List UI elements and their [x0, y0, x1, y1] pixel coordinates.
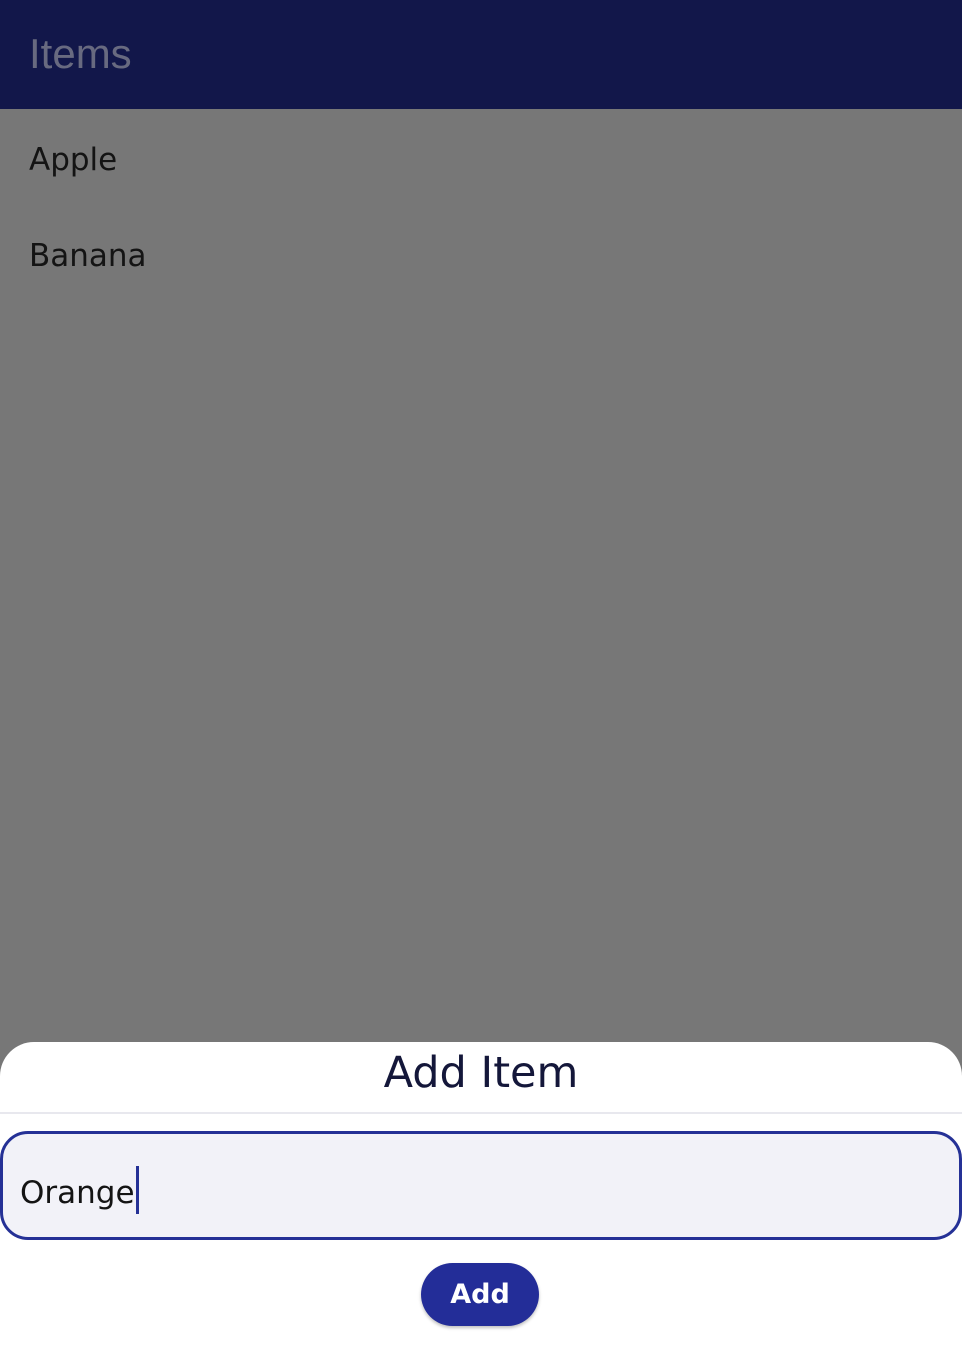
- sheet-divider: [0, 1112, 962, 1114]
- input-value-wrapper[interactable]: Orange: [20, 1166, 139, 1214]
- app-bar: [0, 0, 962, 109]
- item-name-input[interactable]: [0, 1131, 962, 1240]
- item-name-value[interactable]: Orange: [20, 1175, 135, 1211]
- sheet-title: Add Item: [383, 1048, 579, 1098]
- list-item-banana[interactable]: Banana: [29, 236, 147, 276]
- list-item-apple[interactable]: Apple: [29, 140, 117, 180]
- app-title: Items: [29, 30, 132, 77]
- text-cursor: [135, 1166, 139, 1214]
- add-button[interactable]: Add: [421, 1263, 539, 1326]
